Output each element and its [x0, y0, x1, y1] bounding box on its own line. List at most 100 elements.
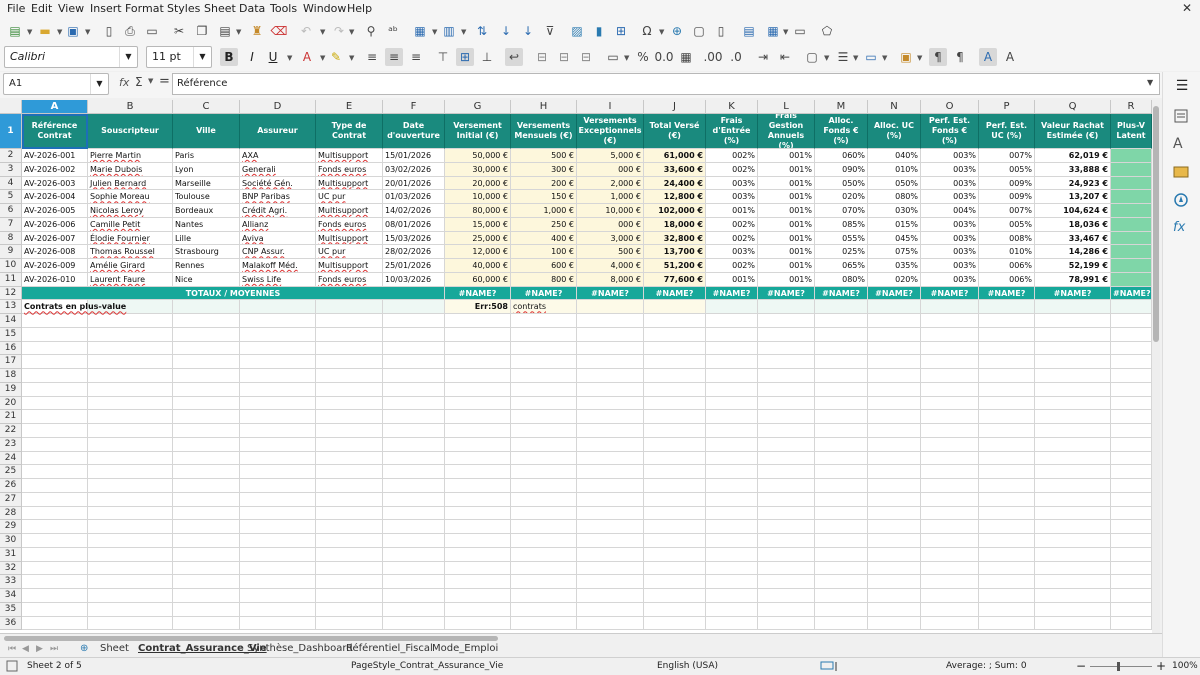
table-cell[interactable]: Multisupport	[316, 259, 383, 273]
row-header-34[interactable]: 34	[0, 589, 22, 603]
column-header-O[interactable]: O	[921, 100, 979, 114]
table-cell[interactable]	[758, 369, 815, 383]
table-cell[interactable]: 1,000 €	[577, 190, 644, 204]
table-cell[interactable]	[316, 589, 383, 603]
table-cell[interactable]: 12,800 €	[644, 190, 706, 204]
insert-chart-icon[interactable]: ▮	[590, 22, 608, 40]
table-cell[interactable]	[979, 451, 1035, 466]
menu-item-file[interactable]: File	[7, 2, 25, 15]
table-cell[interactable]	[921, 534, 979, 548]
table-cell[interactable]	[644, 369, 706, 383]
table-cell[interactable]: UC pur	[316, 190, 383, 204]
table-cell[interactable]	[921, 589, 979, 603]
table-cell[interactable]	[22, 520, 88, 534]
table-cell[interactable]	[1111, 149, 1152, 163]
table-cell[interactable]	[22, 355, 88, 369]
table-cell[interactable]	[511, 355, 577, 369]
chevron-down-icon[interactable]: ▼	[193, 47, 211, 67]
table-cell[interactable]	[815, 314, 868, 328]
table-cell[interactable]: 250 €	[511, 217, 577, 232]
table-cell[interactable]	[706, 589, 758, 603]
table-cell[interactable]: 500 €	[577, 245, 644, 259]
table-cell[interactable]: 33,888 €	[1035, 162, 1111, 177]
table-cell[interactable]	[511, 410, 577, 424]
table-cell[interactable]	[577, 424, 644, 438]
table-cell[interactable]	[383, 575, 445, 589]
chevron-down-icon[interactable]: ▼	[783, 28, 788, 36]
table-cell[interactable]: Camille Petit	[88, 217, 173, 232]
table-cell[interactable]	[706, 369, 758, 383]
table-cell[interactable]	[240, 369, 316, 383]
tab-nav-next-icon[interactable]: ▶	[36, 644, 43, 654]
row-header-31[interactable]: 31	[0, 547, 22, 562]
table-cell[interactable]	[979, 437, 1035, 452]
table-cell[interactable]	[758, 547, 815, 562]
table-cell[interactable]	[383, 602, 445, 617]
table-cell[interactable]	[644, 451, 706, 466]
sort-ascending-icon[interactable]: ↓	[497, 22, 515, 40]
table-cell[interactable]	[815, 410, 868, 424]
table-cell[interactable]	[644, 410, 706, 424]
table-cell[interactable]	[868, 465, 921, 479]
table-cell[interactable]	[1111, 616, 1152, 631]
table-cell[interactable]: 005%	[979, 162, 1035, 177]
table-cell[interactable]	[240, 589, 316, 603]
table-cell[interactable]	[868, 492, 921, 507]
table-cell[interactable]	[240, 314, 316, 328]
tab-référentiel_fiscal[interactable]: Référentiel_Fiscal	[346, 643, 433, 654]
table-cell[interactable]	[979, 327, 1035, 342]
table-cell[interactable]: 01/03/2026	[383, 190, 445, 204]
table-cell[interactable]	[511, 451, 577, 466]
table-cell[interactable]	[815, 327, 868, 342]
table-cell[interactable]	[88, 506, 173, 521]
table-cell[interactable]	[921, 410, 979, 424]
table-cell[interactable]	[1111, 272, 1152, 287]
table-cell[interactable]	[445, 561, 511, 576]
row-header-23[interactable]: 23	[0, 437, 22, 452]
column-header-F[interactable]: F	[383, 100, 445, 114]
table-cell[interactable]: 070%	[815, 204, 868, 218]
table-cell[interactable]: 33,467 €	[1035, 231, 1111, 246]
table-cell[interactable]: 28/02/2026	[383, 245, 445, 259]
table-cell[interactable]	[1111, 382, 1152, 397]
table-cell[interactable]	[22, 547, 88, 562]
table-cell[interactable]: Err:508	[445, 300, 511, 314]
table-cell[interactable]	[1035, 561, 1111, 576]
table-cell[interactable]: 002%	[706, 149, 758, 163]
column-header-B[interactable]: B	[88, 100, 173, 114]
table-cell[interactable]	[577, 465, 644, 479]
table-cell[interactable]	[815, 534, 868, 548]
table-cell[interactable]	[815, 520, 868, 534]
table-cell[interactable]: Société Gén.	[240, 176, 316, 191]
table-cell[interactable]: Multisupport	[316, 204, 383, 218]
row-header-17[interactable]: 17	[0, 355, 22, 369]
table-cell[interactable]	[240, 492, 316, 507]
table-cell[interactable]	[921, 341, 979, 356]
table-cell[interactable]: 300 €	[511, 162, 577, 177]
table-cell[interactable]	[445, 534, 511, 548]
table-cell[interactable]: contrats	[511, 300, 577, 314]
table-cell[interactable]	[1035, 547, 1111, 562]
expand-formula-icon[interactable]: ▼	[1147, 78, 1153, 87]
table-cell[interactable]: Allianz	[240, 217, 316, 232]
table-cell[interactable]	[445, 327, 511, 342]
table-cell[interactable]: 200 €	[511, 176, 577, 191]
column-header-G[interactable]: G	[445, 100, 511, 114]
header-cell[interactable]: Ville	[173, 114, 240, 149]
chevron-down-icon[interactable]: ▼	[57, 28, 62, 36]
table-cell[interactable]	[445, 575, 511, 589]
table-cell[interactable]	[644, 424, 706, 438]
table-cell[interactable]: Paris	[173, 149, 240, 163]
table-cell[interactable]	[868, 602, 921, 617]
table-cell[interactable]	[868, 547, 921, 562]
table-cell[interactable]	[706, 410, 758, 424]
table-cell[interactable]: 32,800 €	[644, 231, 706, 246]
table-cell[interactable]	[316, 396, 383, 411]
table-cell[interactable]	[979, 300, 1035, 314]
table-cell[interactable]	[383, 561, 445, 576]
header-cell[interactable]: Frais d'Entrée (%)	[706, 114, 758, 149]
row-header-2[interactable]: 2	[0, 149, 22, 163]
table-cell[interactable]: 102,000 €	[644, 204, 706, 218]
table-cell[interactable]	[22, 451, 88, 466]
table-cell[interactable]	[88, 382, 173, 397]
